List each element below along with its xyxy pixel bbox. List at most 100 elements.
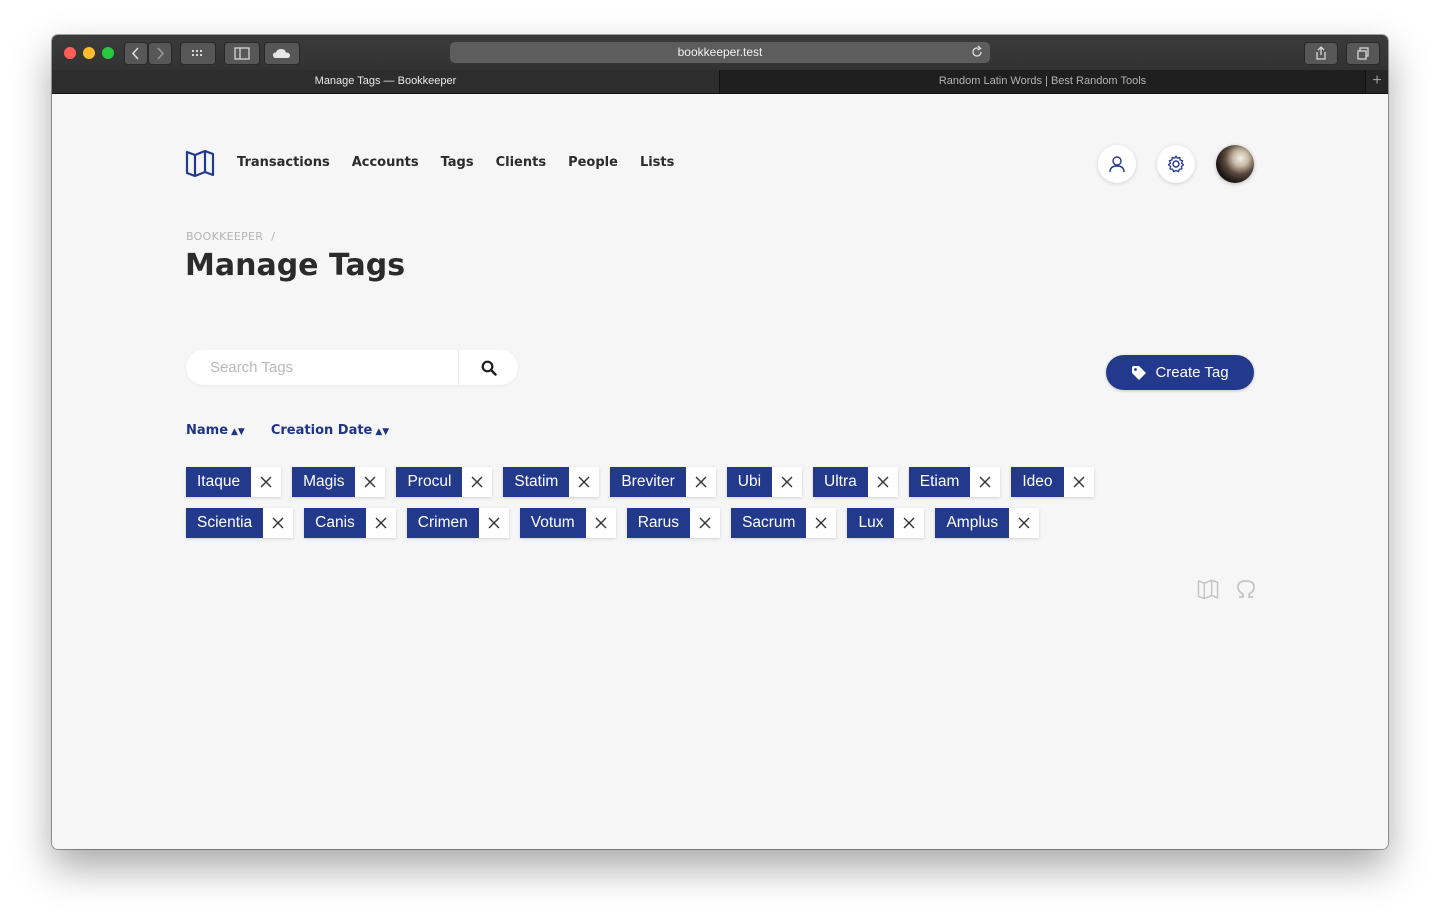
tag-label[interactable]: Statim (503, 467, 570, 497)
icloud-tabs-button[interactable] (264, 42, 300, 65)
map-icon[interactable] (1197, 578, 1219, 600)
tag-label[interactable]: Etiam (908, 467, 971, 497)
remove-tag-button[interactable] (867, 467, 898, 497)
remove-tag-button[interactable] (569, 467, 600, 497)
tag-label[interactable]: Magis (292, 467, 356, 497)
tag-label[interactable]: Ultra (813, 467, 868, 497)
profile-button[interactable] (1098, 145, 1136, 183)
remove-tag-button[interactable] (772, 467, 803, 497)
sort-date-label: Creation Date (270, 423, 373, 438)
grid-icon (192, 50, 202, 56)
cloud-icon (273, 49, 290, 58)
tag-label[interactable]: Breviter (610, 467, 686, 497)
search-input[interactable] (186, 350, 456, 385)
tag-item: Rarus (626, 508, 721, 538)
remove-tag-button[interactable] (894, 508, 925, 538)
tag-label[interactable]: Crimen (406, 508, 479, 538)
back-button[interactable] (124, 42, 148, 65)
zoom-window-button[interactable] (102, 47, 114, 59)
app-logo[interactable] (185, 148, 215, 183)
avatar[interactable] (1216, 145, 1254, 183)
remove-tag-button[interactable] (1063, 467, 1094, 497)
nav-lists[interactable]: Lists (640, 155, 674, 170)
remove-tag-button[interactable] (365, 508, 396, 538)
tag-row: Scientia Canis Crimen Votum Rarus Sacrum… (186, 508, 1166, 538)
tag-label[interactable]: Votum (519, 508, 586, 538)
minimize-window-button[interactable] (83, 47, 95, 59)
create-tag-button[interactable]: Create Tag (1106, 355, 1254, 390)
breadcrumb-separator: / (271, 230, 276, 243)
close-icon (903, 517, 915, 529)
remove-tag-button[interactable] (251, 467, 282, 497)
map-icon (185, 149, 215, 178)
address-bar[interactable]: bookkeeper.test (450, 42, 990, 63)
remove-tag-button[interactable] (690, 508, 721, 538)
omega-icon[interactable] (1235, 578, 1257, 600)
close-icon (375, 517, 387, 529)
sort-by-creation-date[interactable]: Creation Date ▲▼ (271, 423, 389, 438)
nav-clients[interactable]: Clients (496, 155, 546, 170)
close-icon (578, 476, 590, 488)
breadcrumb-root[interactable]: BOOKKEEPER (186, 230, 263, 243)
sort-controls: Name ▲▼ Creation Date ▲▼ (186, 423, 389, 438)
remove-tag-button[interactable] (806, 508, 837, 538)
remove-tag-button[interactable] (355, 467, 386, 497)
tab-manage-tags[interactable]: Manage Tags — Bookkeeper (52, 70, 720, 93)
tag-label[interactable]: Scientia (186, 508, 264, 538)
sort-by-name[interactable]: Name ▲▼ (186, 423, 245, 438)
grid-view-button[interactable] (180, 42, 216, 65)
tag-label[interactable]: Amplus (935, 508, 1010, 538)
tag-label[interactable]: Ubi (726, 467, 773, 497)
tag-item: Etiam (908, 467, 1001, 497)
remove-tag-button[interactable] (685, 467, 716, 497)
nav-people[interactable]: People (568, 155, 618, 170)
tag-label[interactable]: Lux (847, 508, 895, 538)
close-icon (364, 476, 376, 488)
forward-button[interactable] (148, 42, 172, 65)
tag-item: Amplus (935, 508, 1040, 538)
tag-list: Itaque Magis Procul Statim Breviter Ubi … (186, 467, 1166, 549)
nav-accounts[interactable]: Accounts (352, 155, 419, 170)
remove-tag-button[interactable] (462, 467, 493, 497)
nav-tags[interactable]: Tags (441, 155, 474, 170)
sidebar-toggle-button[interactable] (224, 42, 260, 65)
remove-tag-button[interactable] (585, 508, 616, 538)
page-title: Manage Tags (185, 248, 406, 283)
remove-tag-button[interactable] (263, 508, 294, 538)
close-icon (877, 476, 889, 488)
show-tabs-button[interactable] (1346, 42, 1380, 65)
sort-arrows-icon: ▲▼ (375, 427, 390, 437)
share-button[interactable] (1304, 42, 1338, 65)
settings-button[interactable] (1157, 145, 1195, 183)
reload-icon[interactable] (970, 45, 984, 59)
tag-label[interactable]: Procul (396, 467, 463, 497)
close-window-button[interactable] (64, 47, 76, 59)
tag-label[interactable]: Ideo (1011, 467, 1064, 497)
tag-item: Magis (292, 467, 386, 497)
url-text: bookkeeper.test (677, 45, 763, 59)
remove-tag-button[interactable] (970, 467, 1001, 497)
tag-label[interactable]: Rarus (626, 508, 691, 538)
close-icon (595, 517, 607, 529)
new-tab-button[interactable]: + (1365, 70, 1388, 93)
sort-arrows-icon: ▲▼ (231, 427, 245, 437)
search-button[interactable] (459, 350, 518, 385)
close-icon (815, 517, 827, 529)
tag-item: Ultra (813, 467, 898, 497)
tag-label[interactable]: Canis (304, 508, 366, 538)
chevron-right-icon (157, 47, 165, 60)
tab-bar: Manage Tags — Bookkeeper Random Latin Wo… (52, 70, 1388, 94)
tag-label[interactable]: Sacrum (731, 508, 807, 538)
close-icon (695, 476, 707, 488)
remove-tag-button[interactable] (1009, 508, 1040, 538)
close-icon (272, 517, 284, 529)
nav-transactions[interactable]: Transactions (237, 155, 330, 170)
tag-label[interactable]: Itaque (186, 467, 252, 497)
browser-toolbar: bookkeeper.test (52, 35, 1388, 71)
tab-random-latin-words[interactable]: Random Latin Words | Best Random Tools (720, 70, 1365, 93)
tag-item: Ubi (726, 467, 803, 497)
remove-tag-button[interactable] (478, 508, 509, 538)
tag-row: Itaque Magis Procul Statim Breviter Ubi … (186, 467, 1166, 497)
browser-window: bookkeeper.test Manage Tags — Bookkeeper… (52, 35, 1388, 849)
tag-item: Scientia (186, 508, 294, 538)
